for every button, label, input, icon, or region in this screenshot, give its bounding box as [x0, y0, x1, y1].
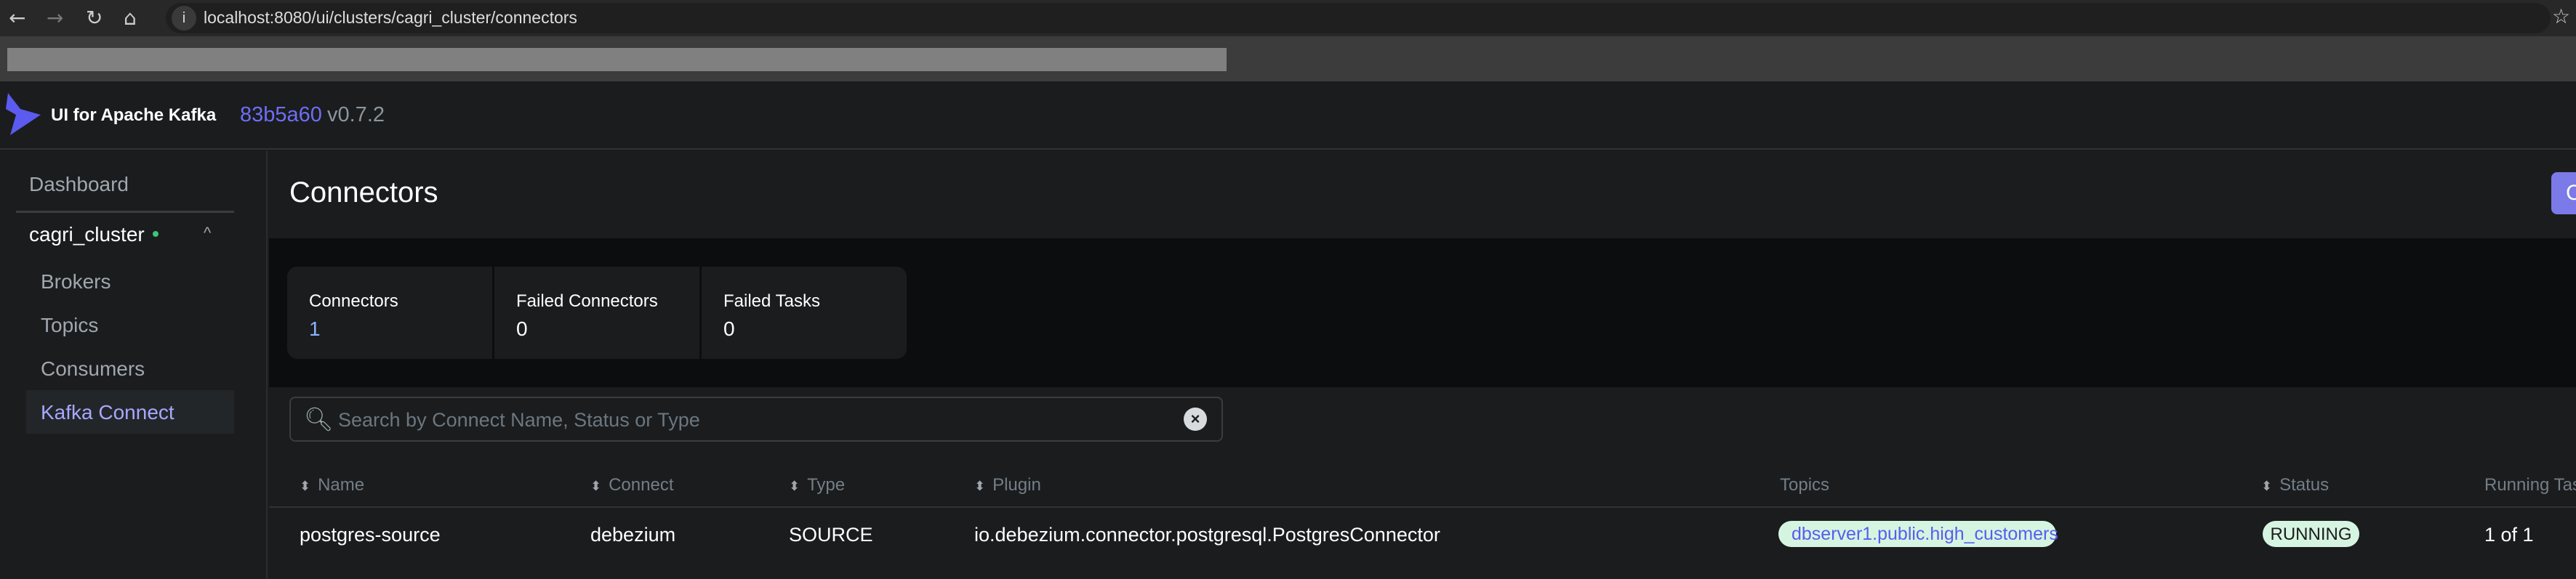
- search-placeholder: Search by Connect Name, Status or Type: [338, 409, 700, 431]
- app-name[interactable]: UI for Apache Kafka: [51, 105, 216, 126]
- stat-label: Failed Connectors: [516, 291, 658, 311]
- sort-icon: ⬍: [2261, 479, 2273, 493]
- chevron-up-icon[interactable]: ^: [204, 224, 211, 243]
- info-icon[interactable]: i: [172, 6, 196, 31]
- sidebar-item-consumers[interactable]: Consumers: [41, 357, 145, 381]
- cell-plugin: io.debezium.connector.postgresql.Postgre…: [974, 524, 1440, 546]
- column-header-topics: Topics: [1780, 475, 1830, 495]
- bookmark-star-icon[interactable]: ☆: [2552, 4, 2570, 28]
- column-header-status[interactable]: ⬍ Status: [2261, 475, 2329, 495]
- cell-name[interactable]: postgres-source: [300, 524, 441, 546]
- forward-icon[interactable]: →: [47, 6, 63, 30]
- search-icon: 🔍︎: [304, 405, 334, 433]
- page-title: Connectors: [289, 177, 438, 208]
- sidebar-item-dashboard[interactable]: Dashboard: [29, 173, 129, 196]
- stat-value: 0: [516, 317, 528, 340]
- topic-tag[interactable]: dbserver1.public.high_customers: [1778, 521, 2058, 547]
- sidebar-divider: [16, 211, 234, 213]
- column-header-running-tasks: Running Tasks: [2484, 475, 2576, 495]
- redacted-area: [7, 48, 1227, 71]
- status-badge: RUNNING: [2263, 521, 2359, 547]
- cell-running-tasks: 1 of 1: [2484, 524, 2534, 546]
- sidebar-cluster[interactable]: cagri_cluster: [29, 223, 145, 246]
- stat-value: 0: [723, 317, 735, 340]
- app-header: [0, 81, 2576, 150]
- table-divider: [269, 506, 2576, 508]
- home-icon[interactable]: ⌂: [124, 6, 137, 30]
- version-label: v0.7.2: [327, 103, 385, 126]
- sort-icon: ⬍: [300, 479, 311, 493]
- stat-label: Connectors: [309, 291, 398, 311]
- kafka-logo-icon: [6, 93, 41, 135]
- column-header-type[interactable]: ⬍ Type: [789, 475, 845, 495]
- column-header-plugin[interactable]: ⬍ Plugin: [974, 475, 1041, 495]
- column-header-name[interactable]: ⬍ Name: [300, 475, 364, 495]
- sort-icon: ⬍: [974, 479, 986, 493]
- cell-type: SOURCE: [789, 524, 873, 546]
- sort-icon: ⬍: [590, 479, 602, 493]
- stat-card-connectors: Connectors 1: [287, 267, 492, 359]
- sidebar-item-topics[interactable]: Topics: [41, 314, 98, 337]
- commit-link[interactable]: 83b5a60: [240, 103, 322, 127]
- column-header-connect[interactable]: ⬍ Connect: [590, 475, 673, 495]
- sidebar-item-brokers[interactable]: Brokers: [41, 270, 111, 293]
- sidebar-item-kafka-connect[interactable]: Kafka Connect: [41, 401, 174, 424]
- cluster-online-dot: [153, 231, 159, 237]
- url-text[interactable]: localhost:8080/ui/clusters/cagri_cluster…: [204, 8, 577, 28]
- back-icon[interactable]: ←: [9, 6, 25, 30]
- clear-search-icon[interactable]: ×: [1184, 408, 1207, 431]
- sort-icon: ⬍: [789, 479, 801, 493]
- create-connector-button[interactable]: C: [2551, 172, 2576, 214]
- reload-icon[interactable]: ↻: [86, 6, 103, 30]
- stat-label: Failed Tasks: [723, 291, 820, 311]
- stat-card-failed-connectors: Failed Connectors 0: [494, 267, 699, 359]
- cell-connect: debezium: [590, 524, 676, 546]
- stat-card-failed-tasks: Failed Tasks 0: [702, 267, 907, 359]
- stat-value: 1: [309, 317, 321, 340]
